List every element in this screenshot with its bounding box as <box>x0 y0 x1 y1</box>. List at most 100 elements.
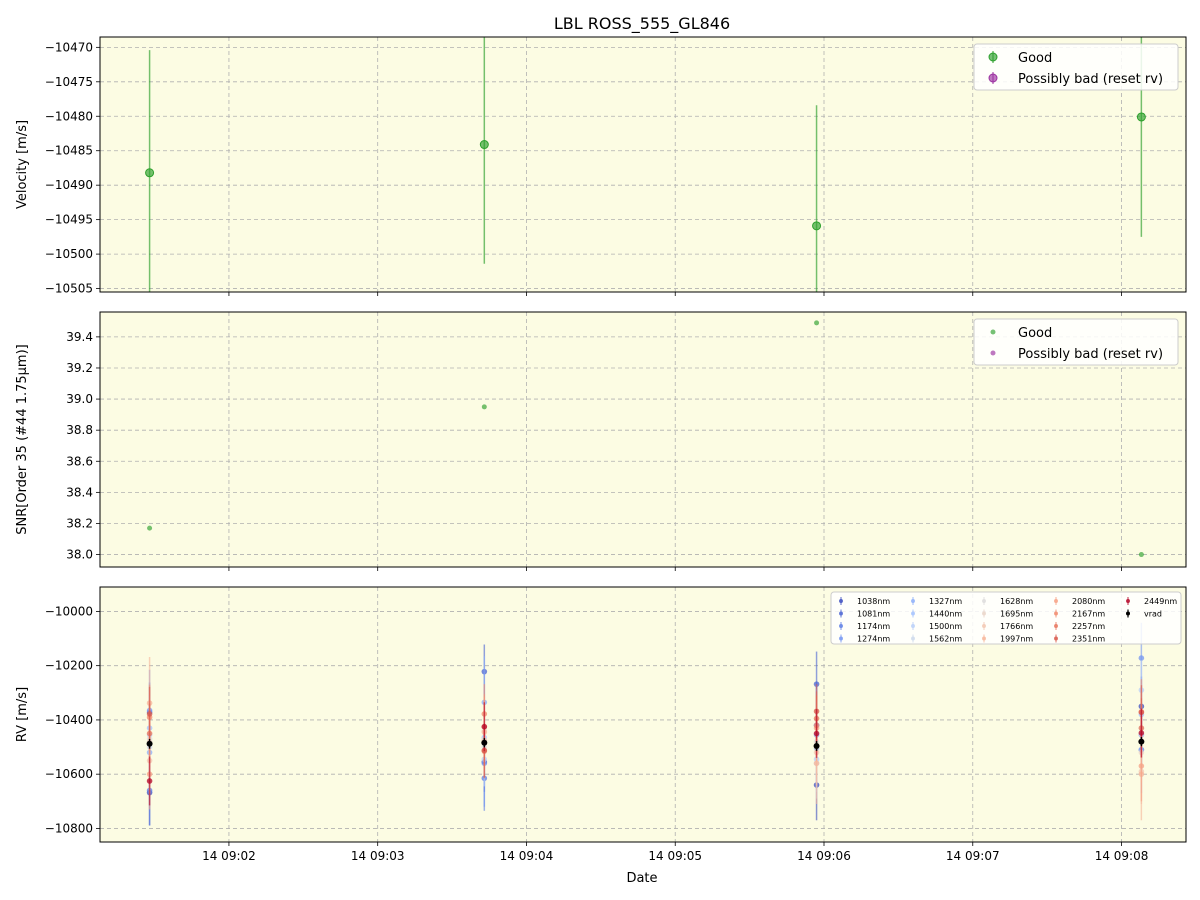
legend-marker <box>1054 611 1058 616</box>
x-tick-label: 14 09:07 <box>946 849 1000 863</box>
point-2449nm <box>813 730 820 737</box>
legend-marker <box>1054 624 1058 628</box>
point-2351nm <box>146 711 153 717</box>
y-axis-label: SNR[Order 35 (#44 1.75μm)] <box>15 344 30 535</box>
legend-marker <box>1126 599 1130 603</box>
y-tick-label: 38.0 <box>66 548 93 562</box>
legend-marker <box>988 52 998 62</box>
legend-marker <box>990 350 996 356</box>
y-tick-label: −10400 <box>45 713 93 727</box>
y-tick-label: −10000 <box>45 604 93 618</box>
legend-label: 1274nm <box>857 635 890 644</box>
y-tick-label: 39.4 <box>66 330 93 344</box>
legend-label: 2449nm <box>1144 597 1177 606</box>
rv-panel: 14 09:02 14 09:03 14 09:04 14 09:05 14 09:06… <box>15 586 1187 863</box>
legend-marker <box>839 624 843 628</box>
legend-marker <box>839 599 843 603</box>
x-tick-label: 14 09:05 <box>648 849 702 863</box>
legend-label: 2351nm <box>1072 635 1105 644</box>
y-tick-label: 38.2 <box>66 516 93 530</box>
point-good <box>812 221 822 231</box>
legend-marker <box>1054 599 1058 603</box>
legend-marker <box>982 624 986 628</box>
legend-marker <box>982 611 986 616</box>
legend-label: 1440nm <box>929 610 962 619</box>
legend-label: 1500nm <box>929 622 962 631</box>
legend-marker <box>1126 611 1130 616</box>
legend-marker <box>911 599 915 603</box>
legend-marker <box>982 599 986 603</box>
legend-label: 2257nm <box>1072 622 1105 631</box>
figure-title: LBL ROSS_555_GL846 <box>554 14 730 34</box>
point-vrad <box>146 740 153 747</box>
y-axis-label: RV [m/s] <box>15 687 30 742</box>
point-2449nm <box>1138 730 1145 736</box>
legend-marker <box>839 636 843 641</box>
legend-marker <box>1054 636 1058 641</box>
y-tick-label: −10200 <box>45 659 93 673</box>
legend-label: 1628nm <box>1000 597 1033 606</box>
legend-label: 1327nm <box>929 597 962 606</box>
point-vrad <box>1138 738 1145 745</box>
point-good <box>479 140 489 150</box>
legend-label: Good <box>1018 326 1052 341</box>
y-tick-label: −10490 <box>45 178 93 192</box>
legend-marker <box>982 636 986 641</box>
point-2080nm <box>1138 763 1145 769</box>
y-tick-label: −10470 <box>45 40 93 54</box>
point-1997nm <box>813 760 820 767</box>
legend-marker <box>839 611 843 616</box>
y-tick-label: −10500 <box>45 247 93 261</box>
legend-label: 1997nm <box>1000 635 1033 644</box>
legend-marker <box>911 636 915 641</box>
point-good <box>481 404 487 410</box>
legend-label: Possibly bad (reset rv) <box>1018 347 1163 362</box>
x-tick-label: 14 09:03 <box>351 849 405 863</box>
legend-label: 1695nm <box>1000 610 1033 619</box>
point-good <box>814 320 820 326</box>
legend-label: 1562nm <box>929 635 962 644</box>
y-tick-label: −10475 <box>45 75 93 89</box>
legend-marker <box>911 611 915 616</box>
legend-label: Good <box>1018 51 1052 66</box>
x-tick-label: 14 09:08 <box>1095 849 1149 863</box>
y-tick-label: −10495 <box>45 213 93 227</box>
x-tick-label: 14 09:04 <box>500 849 554 863</box>
y-tick-label: −10800 <box>45 821 93 835</box>
y-tick-label: −10505 <box>45 282 93 296</box>
y-tick-label: −10600 <box>45 767 93 781</box>
legend-label: 2080nm <box>1072 597 1105 606</box>
point-good <box>1138 552 1144 558</box>
velocity-panel: −10470 −10475 −10480 −10485 −10490 −10495 −105… <box>15 36 1187 296</box>
x-tick-label: 14 09:02 <box>202 849 256 863</box>
x-axis-label: Date <box>626 871 657 886</box>
y-tick-label: 39.2 <box>66 361 93 375</box>
legend-label: 1174nm <box>857 622 890 631</box>
figure: LBL ROSS_555_GL846 −10470−10475−10480−10… <box>15 14 1187 886</box>
snr-panel: 38.0 38.2 38.4 38.6 38.8 39.0 39.2 39.4 SNR[Orde… <box>15 311 1187 571</box>
legend-label: 1766nm <box>1000 622 1033 631</box>
legend-label: vrad <box>1144 610 1162 619</box>
legend-label: Possibly bad (reset rv) <box>1018 72 1163 87</box>
point-good <box>145 168 155 178</box>
y-axis-label: Velocity [m/s] <box>15 120 30 209</box>
x-tick-label: 14 09:06 <box>797 849 851 863</box>
legend-marker <box>990 329 996 335</box>
point-1274nm <box>1138 655 1145 661</box>
point-2449nm <box>146 778 153 784</box>
point-good <box>1136 112 1146 122</box>
y-tick-label: 38.4 <box>66 485 93 499</box>
legend-marker <box>988 73 998 83</box>
y-tick-label: 38.8 <box>66 423 93 437</box>
point-vrad <box>813 742 820 749</box>
y-tick-label: 39.0 <box>66 392 93 406</box>
y-tick-label: −10480 <box>45 109 93 123</box>
point-good <box>147 525 153 531</box>
legend-label: 1038nm <box>857 597 890 606</box>
legend-label: 2167nm <box>1072 610 1105 619</box>
legend-label: 1081nm <box>857 610 890 619</box>
legend-marker <box>911 624 915 628</box>
point-2449nm <box>481 723 488 730</box>
point-vrad <box>481 739 488 746</box>
y-tick-label: −10485 <box>45 144 93 158</box>
